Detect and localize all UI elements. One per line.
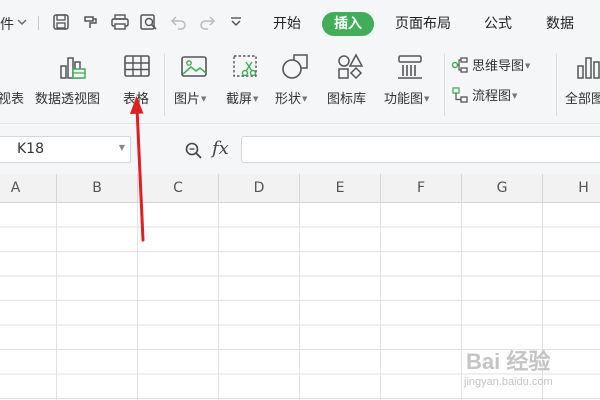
save-icon[interactable] xyxy=(52,13,70,31)
flowchart-label: 流程图 xyxy=(472,89,512,104)
chevron-down-icon[interactable] xyxy=(16,15,28,29)
pivot-chart-button[interactable]: 数据透视图 xyxy=(34,46,112,123)
tab-data[interactable]: 数据 xyxy=(538,12,582,36)
screenshot-button[interactable]: 截屏▼ xyxy=(224,46,270,123)
formula-input[interactable] xyxy=(241,136,600,163)
icon-library-icon xyxy=(335,52,365,86)
shape-label: 形状▼ xyxy=(275,92,308,107)
redo-icon[interactable] xyxy=(198,13,216,31)
tab-home[interactable]: 开始 xyxy=(265,12,309,36)
column-header-a[interactable]: A xyxy=(0,174,57,202)
function-chart-label: 功能图▼ xyxy=(384,92,430,107)
tab-page-layout[interactable]: 页面布局 xyxy=(387,12,459,36)
watermark-url: jingyan.baidu.com xyxy=(464,376,553,388)
name-box-value: K18 xyxy=(17,141,44,157)
column-header-h[interactable]: H xyxy=(543,174,600,202)
screenshot-icon xyxy=(230,52,260,86)
chevron-down-icon[interactable]: ▼ xyxy=(119,143,125,152)
flowchart-button[interactable]: 流程图▼ xyxy=(451,85,517,104)
function-chart-button[interactable]: 功能图▼ xyxy=(382,46,442,123)
tab-insert[interactable]: 插入 xyxy=(322,12,374,36)
table-label: 表格 xyxy=(123,92,150,107)
ribbon-divider xyxy=(556,54,557,116)
column-header-e[interactable]: E xyxy=(300,174,381,202)
baidu-jingyan-watermark: Bai 经验 jingyan.baidu.com xyxy=(462,340,598,396)
function-chart-icon xyxy=(395,52,425,86)
customize-icon[interactable] xyxy=(229,15,243,29)
table-button[interactable]: 表格 xyxy=(118,46,158,123)
chart-icon xyxy=(574,52,600,86)
print-preview-icon[interactable] xyxy=(139,13,159,31)
icon-library-button[interactable]: 图标库 xyxy=(326,46,374,123)
column-header-c[interactable]: C xyxy=(138,174,219,202)
name-box[interactable]: K18 ▼ xyxy=(0,136,131,163)
mind-map-icon xyxy=(451,57,468,73)
all-charts-button[interactable]: 全部图 xyxy=(562,46,600,123)
shape-icon xyxy=(280,52,310,86)
all-charts-label: 全部图 xyxy=(565,92,600,107)
mind-map-button[interactable]: 思维导图▼ xyxy=(451,55,530,74)
picture-label: 图片▼ xyxy=(174,92,207,107)
watermark-title: Bai 经验 xyxy=(466,349,551,374)
quick-access-divider xyxy=(38,16,39,30)
mind-map-label: 思维导图 xyxy=(472,59,525,74)
ribbon-divider xyxy=(444,54,445,116)
ribbon-divider xyxy=(164,54,165,116)
print-icon[interactable] xyxy=(110,13,130,31)
picture-button[interactable]: 图片▼ xyxy=(172,46,218,123)
picture-icon xyxy=(179,52,209,86)
pivot-chart-icon xyxy=(58,52,88,86)
pivot-chart-label: 数据透视图 xyxy=(35,92,101,107)
zoom-search-icon[interactable] xyxy=(184,141,204,165)
file-menu[interactable]: 件 xyxy=(0,14,14,34)
column-header-b[interactable]: B xyxy=(57,174,138,202)
icon-library-label: 图标库 xyxy=(327,92,367,107)
undo-icon[interactable] xyxy=(170,13,188,31)
fx-icon[interactable]: fx xyxy=(212,138,229,159)
flowchart-icon xyxy=(452,87,468,103)
column-header-g[interactable]: G xyxy=(462,174,543,202)
shape-button[interactable]: 形状▼ xyxy=(275,46,321,123)
tab-formulas[interactable]: 公式 xyxy=(476,12,520,36)
column-header-row: A B C D E F G H xyxy=(0,174,600,203)
title-tab-bar: 件 开始 插入 页面布局 公式 数据 xyxy=(0,0,600,46)
column-header-f[interactable]: F xyxy=(381,174,462,202)
screenshot-label: 截屏▼ xyxy=(226,92,259,107)
column-header-d[interactable]: D xyxy=(219,174,300,202)
pivot-table-label: 视表 xyxy=(0,92,25,107)
table-icon xyxy=(122,52,152,86)
ribbon-insert: 视表 数据透视图 表格 图片▼ 截屏▼ 形状▼ 图标库 功能图▼ 思维导图▼ 流… xyxy=(0,46,600,124)
format-painter-icon[interactable] xyxy=(82,13,100,31)
